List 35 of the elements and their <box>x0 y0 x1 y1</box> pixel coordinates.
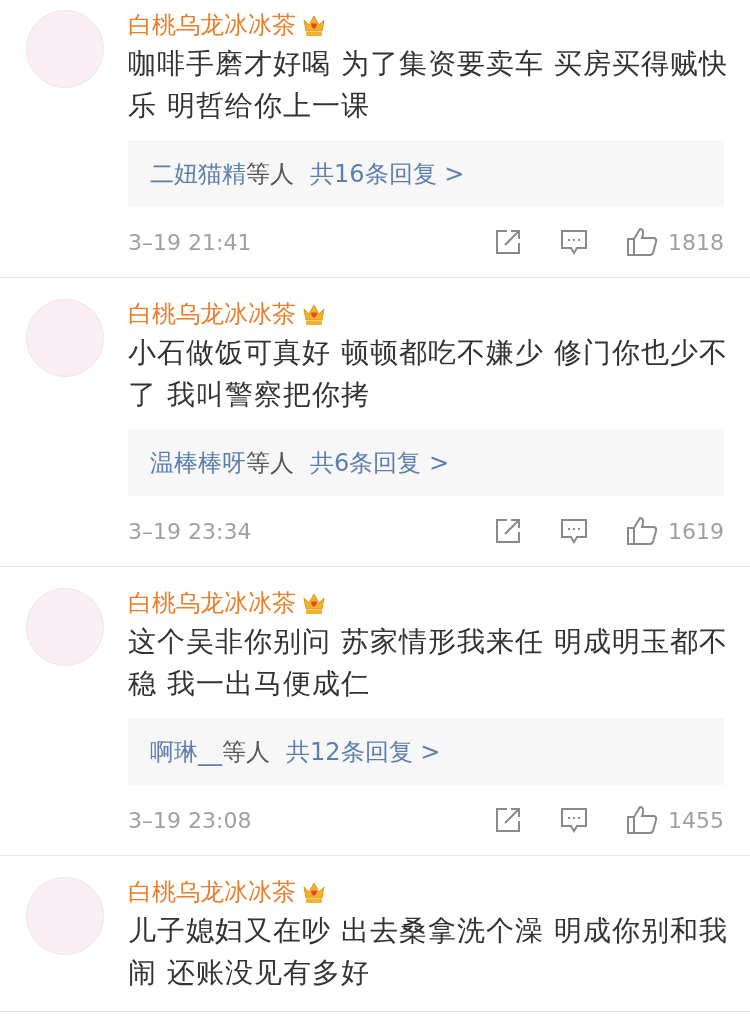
username[interactable]: 白桃乌龙冰冰茶 <box>128 296 296 332</box>
comment-icon[interactable] <box>560 518 588 544</box>
replier-name[interactable]: 温棒棒呀 <box>150 444 246 481</box>
share-icon[interactable] <box>494 517 522 545</box>
replier-suffix: 等人 <box>246 447 294 479</box>
comment-text: 这个吴非你别问 苏家情形我来任 明成明玉都不稳 我一出马便成仁 <box>128 624 729 702</box>
comment-text: 儿子媳妇又在吵 出去桑拿洗个澡 明成你别和我闹 还账没见有多好 <box>128 913 729 991</box>
reply-count-link[interactable]: 共16条回复 > <box>310 155 465 192</box>
replies-panel[interactable]: 温棒棒呀等人 共6条回复 > <box>128 429 724 496</box>
replier-suffix: 等人 <box>222 736 270 768</box>
username[interactable]: 白桃乌龙冰冰茶 <box>128 874 296 910</box>
replier-name[interactable]: 二妞猫精 <box>150 155 246 192</box>
username[interactable]: 白桃乌龙冰冰茶 <box>128 7 296 43</box>
reply-count-link[interactable]: 共12条回复 > <box>286 733 441 770</box>
thumbs-up-icon[interactable] <box>626 805 658 835</box>
thumbs-up-icon[interactable] <box>626 516 658 546</box>
comment-time: 3–19 23:34 <box>128 517 253 546</box>
comment-text: 小石做饭可真好 顿顿都吃不嫌少 修门你也少不了 我叫警察把你拷 <box>128 335 729 413</box>
share-icon[interactable] <box>494 806 522 834</box>
comment-text: 咖啡手磨才好喝 为了集资要卖车 买房买得贼快乐 明哲给你上一课 <box>128 46 729 124</box>
thumbs-up-icon[interactable] <box>626 227 658 257</box>
like-count: 1455 <box>668 806 724 835</box>
share-icon[interactable] <box>494 228 522 256</box>
comment-time: 3–19 21:41 <box>128 228 253 257</box>
comment-time: 3–19 23:08 <box>128 806 253 835</box>
like-count: 1619 <box>668 517 724 546</box>
replies-panel[interactable]: 二妞猫精等人 共16条回复 > <box>128 140 724 207</box>
replier-name[interactable]: 啊琳__ <box>150 733 222 770</box>
reply-count-link[interactable]: 共6条回复 > <box>310 444 449 481</box>
replier-suffix: 等人 <box>246 158 294 190</box>
replies-panel[interactable]: 啊琳__等人 共12条回复 > <box>128 718 724 785</box>
comment-icon[interactable] <box>560 229 588 255</box>
comment-icon[interactable] <box>560 807 588 833</box>
username[interactable]: 白桃乌龙冰冰茶 <box>128 585 296 621</box>
like-count: 1818 <box>668 228 724 257</box>
